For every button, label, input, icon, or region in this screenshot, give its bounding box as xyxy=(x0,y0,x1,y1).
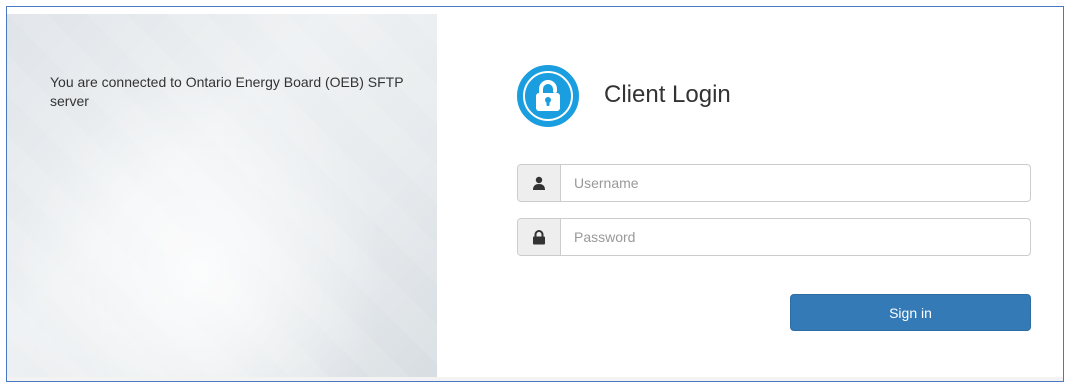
sign-in-button[interactable]: Sign in xyxy=(790,294,1031,331)
username-input[interactable] xyxy=(561,165,1030,201)
password-field-group xyxy=(517,218,1031,256)
padlock-icon xyxy=(517,65,579,127)
info-panel: You are connected to Ontario Energy Boar… xyxy=(7,14,437,381)
padlock-glyph xyxy=(536,80,560,111)
password-input[interactable] xyxy=(561,219,1030,255)
page-title: Client Login xyxy=(604,81,731,108)
lock-icon xyxy=(518,219,561,255)
login-page: You are connected to Ontario Energy Boar… xyxy=(6,6,1064,382)
username-field-group xyxy=(517,164,1031,202)
user-icon xyxy=(518,165,561,201)
connection-message: You are connected to Ontario Energy Boar… xyxy=(50,74,404,109)
footer-strip xyxy=(7,377,1063,381)
